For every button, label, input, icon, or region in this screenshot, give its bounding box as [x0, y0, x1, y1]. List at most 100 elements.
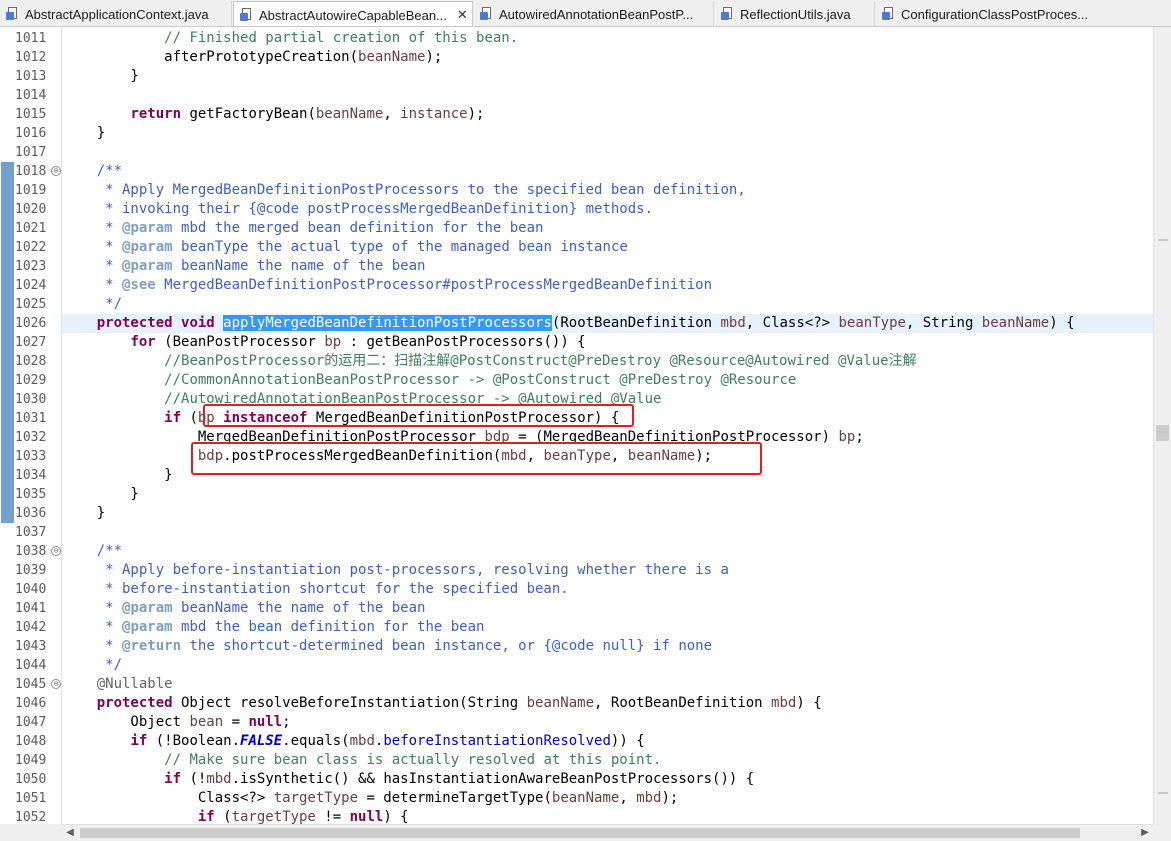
code-line: // Make sure bean class is actually reso…	[62, 751, 1153, 770]
code-token: void	[181, 315, 215, 331]
code-token: //CommonAnnotationBeanPostProcessor -> @…	[164, 372, 797, 388]
code-line: */	[62, 656, 1153, 675]
code-line: MergedBeanDefinitionPostProcessor bdp = …	[62, 428, 1153, 447]
line-number: 1038 ⊖	[0, 542, 62, 561]
scroll-right-icon[interactable]: ▶	[1137, 825, 1153, 841]
code-token: (!	[181, 771, 207, 787]
tab-abstract-application-context[interactable]: AbstractApplicationContext.java	[0, 1, 232, 26]
code-token: ;	[855, 429, 864, 445]
code-token: *	[63, 220, 123, 236]
code-token: @param	[122, 239, 173, 255]
line-number: 1017	[0, 143, 62, 162]
line-number-text: 1030	[15, 392, 47, 407]
line-number: 1023	[0, 257, 62, 276]
code-token: if	[164, 771, 182, 787]
line-number: 1012	[0, 48, 62, 67]
code-token: );	[467, 106, 485, 122]
line-number-text: 1023	[15, 259, 47, 274]
fold-collapse-icon[interactable]: ⊖	[51, 166, 61, 176]
line-number-text: 1033	[15, 449, 47, 464]
code-line: * @param beanName the name of the bean	[62, 599, 1153, 618]
code-token: );	[425, 49, 443, 65]
code-token: //BeanPostProcessor的运用二：扫描注解@PostConstru…	[164, 353, 917, 369]
code-token: = determineTargetType(	[358, 790, 552, 806]
code-token: }	[63, 505, 106, 521]
line-number: 1031	[0, 409, 62, 428]
code-token: beanName	[627, 448, 696, 464]
fold-collapse-icon[interactable]: ⊖	[51, 546, 61, 556]
line-number-text: 1037	[15, 525, 47, 540]
line-number-text: 1013	[15, 69, 47, 84]
code-token: if	[164, 410, 182, 426]
code-token: MergedBeanDefinitionPostProcessor) {	[307, 410, 620, 426]
java-file-icon	[240, 8, 254, 22]
tab-configuration-class-post-processor[interactable]: ConfigurationClassPostProces...	[876, 1, 1116, 26]
code-token: (	[181, 410, 198, 426]
code-token: mbd	[720, 315, 746, 331]
tab-autowired-annotation-bean-post-processor[interactable]: AutowiredAnnotationBeanPostP...	[474, 1, 714, 26]
line-number: 1039	[0, 561, 62, 580]
line-number: 1032	[0, 428, 62, 447]
change-marker	[1, 352, 14, 371]
line-number-text: 1028	[15, 354, 47, 369]
code-line: Object bean = null;	[62, 713, 1153, 732]
change-marker	[1, 485, 14, 504]
line-number-text: 1020	[15, 202, 47, 217]
change-marker	[1, 409, 14, 428]
code-line-current: protected void applyMergedBeanDefinition…	[62, 314, 1153, 333]
code-line: * @param beanType the actual type of the…	[62, 238, 1153, 257]
line-number-text: 1045	[15, 677, 47, 692]
code-token: beanName the name of the bean	[172, 258, 426, 274]
horizontal-scrollbar-thumb[interactable]	[80, 828, 1080, 838]
tab-abstract-autowire-capable-bean-factory[interactable]: AbstractAutowireCapableBean... ✕	[233, 1, 473, 26]
code-token: bdp	[484, 429, 510, 445]
code-token: Object	[63, 714, 190, 730]
change-marker	[1, 162, 14, 181]
code-token: instanceof	[223, 410, 308, 426]
change-marker	[1, 295, 14, 314]
code-token: bp	[324, 334, 342, 350]
tab-reflection-utils[interactable]: ReflectionUtils.java	[715, 1, 875, 26]
change-marker	[1, 428, 14, 447]
code-line: }	[62, 124, 1153, 143]
code-token: @see	[122, 277, 156, 293]
code-token: = (MergedBeanDefinitionPostProcessor)	[509, 429, 839, 445]
code-token: .equals(	[282, 733, 350, 749]
line-number: 1026	[0, 314, 62, 333]
vertical-scrollbar[interactable]	[1153, 27, 1171, 824]
code-token: bean	[189, 714, 224, 730]
line-number-text: 1051	[15, 791, 47, 806]
code-editor[interactable]: // Finished partial creation of this bea…	[62, 27, 1153, 824]
change-marker	[1, 333, 14, 352]
line-number-ruler[interactable]: 1011 1012 1013 1014 1015 1016 1017 1018 ⊖ 1019 102…	[0, 27, 62, 825]
line-number-text: 1031	[15, 411, 47, 426]
code-token: ,	[619, 790, 637, 806]
line-number-text: 1017	[15, 145, 47, 160]
horizontal-scrollbar[interactable]: ◀ ▶	[62, 824, 1153, 841]
code-line: for (BeanPostProcessor bp : getBeanPostP…	[62, 333, 1153, 352]
line-number-text: 1041	[15, 601, 47, 616]
fold-collapse-icon[interactable]: ⊖	[51, 679, 61, 689]
code-line: }	[62, 67, 1153, 86]
vertical-scrollbar-thumb[interactable]	[1156, 425, 1169, 441]
line-number-text: 1048	[15, 734, 47, 749]
close-icon[interactable]: ✕	[457, 7, 468, 23]
code-line: /**	[62, 162, 1153, 181]
scroll-left-icon[interactable]: ◀	[62, 825, 78, 841]
code-token: *	[63, 619, 123, 635]
code-token: getFactoryBean(	[181, 106, 316, 122]
line-number: 1043	[0, 637, 62, 656]
code-token: , String	[905, 315, 982, 331]
code-token: targetType	[273, 790, 359, 806]
line-number: 1016	[0, 124, 62, 143]
code-line: * @return the shortcut-determined bean i…	[62, 637, 1153, 656]
code-line: * Apply MergedBeanDefinitionPostProcesso…	[62, 181, 1153, 200]
change-marker	[1, 371, 14, 390]
code-token: (RootBeanDefinition	[551, 315, 721, 331]
